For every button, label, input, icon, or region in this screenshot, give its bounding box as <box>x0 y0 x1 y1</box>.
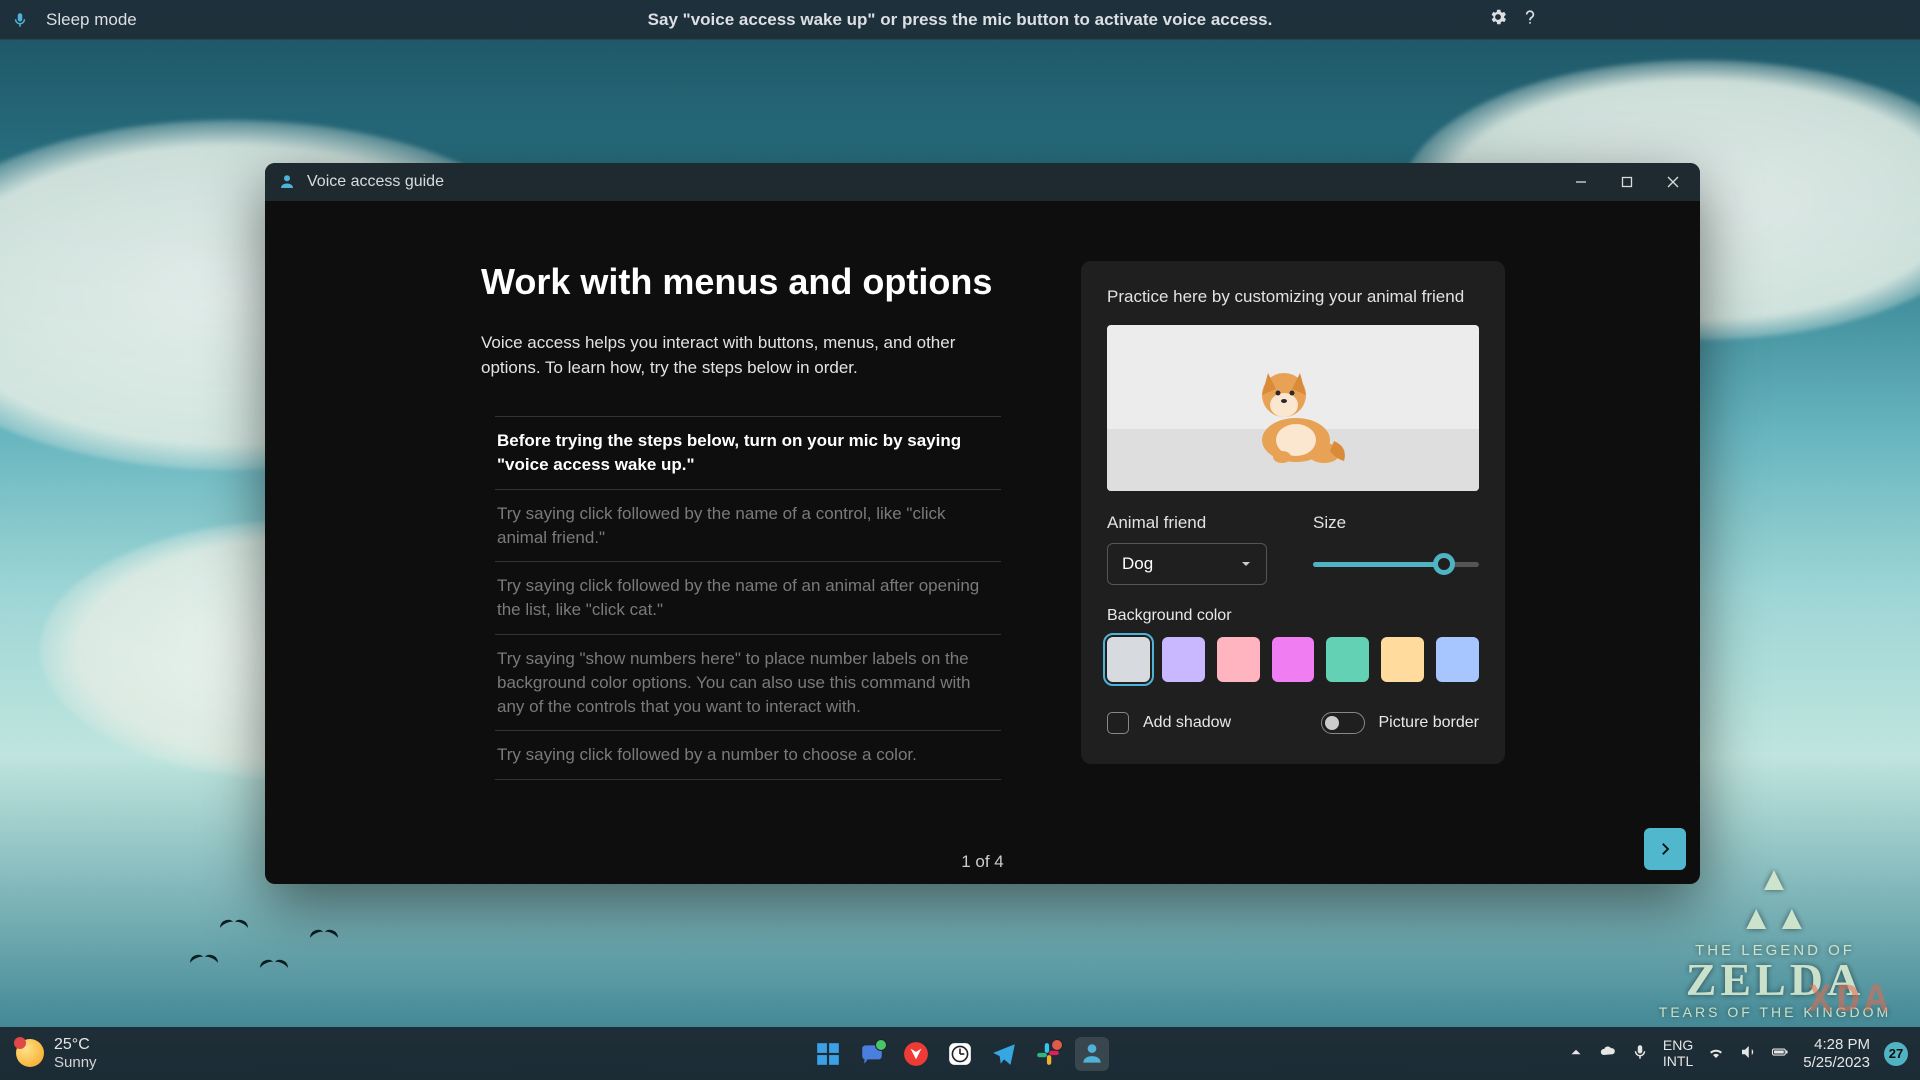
color-swatch[interactable] <box>1381 637 1424 682</box>
animal-friend-label: Animal friend <box>1107 513 1273 533</box>
add-shadow-checkbox[interactable]: Add shadow <box>1107 712 1231 734</box>
taskbar: 25°C Sunny ENG <box>0 1027 1920 1080</box>
size-slider[interactable] <box>1313 543 1479 585</box>
step-item: Before trying the steps below, turn on y… <box>495 417 1001 490</box>
badge-dot <box>1051 1039 1063 1051</box>
slider-thumb[interactable] <box>1433 553 1455 575</box>
voice-access-guide-window: Voice access guide Work with menus and o… <box>265 163 1700 884</box>
step-item: Try saying click followed by a number to… <box>495 731 1001 780</box>
minimize-button[interactable] <box>1558 163 1604 201</box>
taskbar-telegram-icon[interactable] <box>987 1037 1021 1071</box>
tray-notifications[interactable]: 27 <box>1884 1042 1908 1066</box>
taskbar-clock-icon[interactable] <box>943 1037 977 1071</box>
mic-button[interactable] <box>0 0 40 40</box>
animal-friend-select[interactable]: Dog <box>1107 543 1267 585</box>
color-swatch[interactable] <box>1272 637 1315 682</box>
tray-onedrive-icon[interactable] <box>1599 1043 1617 1065</box>
tray-volume-icon[interactable] <box>1739 1043 1757 1065</box>
voice-mode-label: Sleep mode <box>46 10 137 30</box>
taskbar-voice-access-icon[interactable] <box>1075 1037 1109 1071</box>
tray-mic-icon[interactable] <box>1631 1043 1649 1065</box>
taskbar-vivaldi-icon[interactable] <box>899 1037 933 1071</box>
picture-border-toggle[interactable]: Picture border <box>1321 712 1480 734</box>
pager-label: 1 of 4 <box>961 852 1004 872</box>
intro-text: Voice access helps you interact with but… <box>481 331 991 380</box>
color-swatch[interactable] <box>1326 637 1369 682</box>
step-item: Try saying click followed by the name of… <box>495 562 1001 635</box>
chevron-down-icon <box>1240 558 1252 570</box>
maximize-button[interactable] <box>1604 163 1650 201</box>
watermark: XDA <box>1808 979 1892 1024</box>
steps-list: Before trying the steps below, turn on y… <box>495 416 1001 780</box>
voice-access-bar: Sleep mode Say "voice access wake up" or… <box>0 0 1920 40</box>
color-swatch[interactable] <box>1107 637 1150 682</box>
checkbox-box[interactable] <box>1107 712 1129 734</box>
tray-language[interactable]: ENG INTL <box>1663 1038 1693 1069</box>
animal-preview <box>1107 325 1479 491</box>
window-title: Voice access guide <box>307 173 444 191</box>
bird-decoration <box>220 920 248 934</box>
tray-clock[interactable]: 4:28 PM 5/25/2023 <box>1803 1036 1870 1071</box>
bird-decoration <box>310 930 338 944</box>
help-icon[interactable] <box>1520 7 1540 32</box>
weather-temp: 25°C <box>54 1036 97 1054</box>
toggle-switch[interactable] <box>1321 712 1365 734</box>
voice-hint: Say "voice access wake up" or press the … <box>648 10 1273 30</box>
weather-widget[interactable]: 25°C Sunny <box>0 1036 97 1072</box>
toggle-label: Picture border <box>1379 714 1480 732</box>
practice-card: Practice here by customizing your animal… <box>1081 261 1505 764</box>
titlebar: Voice access guide <box>265 163 1700 201</box>
chevron-right-icon <box>1656 840 1674 858</box>
bird-decoration <box>260 960 288 974</box>
color-swatch[interactable] <box>1436 637 1479 682</box>
step-item: Try saying click followed by the name of… <box>495 490 1001 563</box>
background-color-label: Background color <box>1107 607 1232 624</box>
close-button[interactable] <box>1650 163 1696 201</box>
settings-icon[interactable] <box>1488 7 1508 32</box>
bird-decoration <box>190 955 218 969</box>
color-swatch[interactable] <box>1217 637 1260 682</box>
tray-battery-icon[interactable] <box>1771 1043 1789 1065</box>
taskbar-chat-icon[interactable] <box>855 1037 889 1071</box>
app-icon <box>277 172 297 192</box>
dog-icon <box>1238 345 1348 465</box>
weather-cond: Sunny <box>54 1054 97 1071</box>
tray-wifi-icon[interactable] <box>1707 1043 1725 1065</box>
practice-title: Practice here by customizing your animal… <box>1107 287 1479 307</box>
page-heading: Work with menus and options <box>481 261 1001 303</box>
weather-icon <box>16 1039 44 1067</box>
start-button[interactable] <box>811 1037 845 1071</box>
color-swatches <box>1107 637 1479 682</box>
checkbox-label: Add shadow <box>1143 714 1231 732</box>
select-value: Dog <box>1122 554 1153 574</box>
color-swatch[interactable] <box>1162 637 1205 682</box>
tray-chevron-up-icon[interactable] <box>1567 1043 1585 1065</box>
size-label: Size <box>1313 513 1479 533</box>
badge-dot <box>875 1039 887 1051</box>
taskbar-slack-icon[interactable] <box>1031 1037 1065 1071</box>
step-item: Try saying "show numbers here" to place … <box>495 635 1001 731</box>
